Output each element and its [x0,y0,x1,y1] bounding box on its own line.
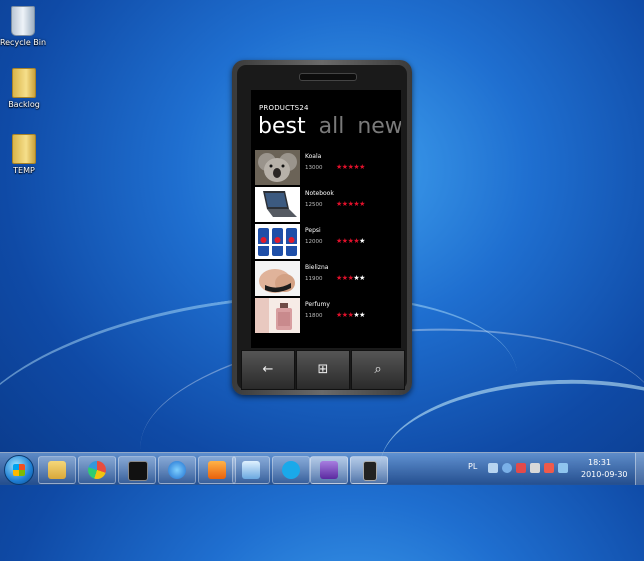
pepsi-image [255,224,300,259]
list-item[interactable]: Pepsi 12000 ★★★★★ [255,224,399,260]
product-list: Koala 13000 ★★★★★ Notebook 12500 ★★★★★ P… [255,150,399,335]
language-indicator[interactable]: PL [468,462,477,471]
desktop-icon-temp[interactable]: TEMP [0,134,54,175]
rating-stars: ★★★★★ [336,163,365,171]
taskbar-media-player[interactable] [198,456,236,484]
system-tray: PL 18:31 2010-09-30 [466,453,644,485]
search-button[interactable]: ⌕ [351,350,405,390]
desktop-icon-label: TEMP [13,166,35,175]
list-item[interactable]: Bielizna 11900 ★★★★★ [255,261,399,297]
taskbar-visual-studio[interactable] [310,456,348,484]
hardware-buttons: ← ⊞ ⌕ [237,348,407,390]
flag-icon[interactable] [530,463,540,473]
rating-stars: ★★★★★ [336,311,365,319]
desktop-icon-label: Recycle Bin [0,38,47,47]
volume-icon[interactable] [558,463,568,473]
windows-logo-icon: ⊞ [317,362,329,377]
show-hidden-icons-icon[interactable] [488,463,498,473]
lingerie-image [255,261,300,296]
action-center-icon[interactable] [516,463,526,473]
desktop-icon-recycle-bin[interactable]: Recycle Bin [0,6,53,47]
phone-emulator: PRODUCTS24 best all new Koala 13000 ★★★★… [232,60,412,395]
recycle-bin-icon [11,6,35,36]
skype-icon [282,461,300,479]
product-price: 13000 [305,165,323,171]
taskbar-skype[interactable] [272,456,310,484]
rating-stars: ★★★★★ [336,274,365,282]
phone-speaker [299,73,357,81]
media-player-icon [208,461,226,479]
show-desktop-button[interactable] [635,453,644,485]
window-icon [242,461,260,479]
search-icon: ⌕ [374,362,382,377]
star-empty-icon: ★ [359,274,365,282]
pivot-tab-best[interactable]: best [258,114,306,139]
product-name: Pepsi [305,227,321,234]
internet-explorer-icon [168,461,186,479]
back-arrow-icon: ← [262,362,274,377]
taskbar-internet-explorer[interactable] [158,456,196,484]
notebook-image [255,187,300,222]
paint-icon [88,461,106,479]
taskbar-paint[interactable] [78,456,116,484]
perfume-image [255,298,300,333]
list-item[interactable]: Notebook 12500 ★★★★★ [255,187,399,223]
rating-stars: ★★★★★ [336,200,365,208]
clock-date[interactable]: 2010-09-30 [581,470,628,479]
phone-body: PRODUCTS24 best all new Koala 13000 ★★★★… [237,65,407,390]
app-title: PRODUCTS24 [259,104,309,112]
rating-stars: ★★★★★ [336,237,365,245]
product-price: 11800 [305,313,323,319]
back-button[interactable]: ← [241,350,295,390]
phone-screen[interactable]: PRODUCTS24 best all new Koala 13000 ★★★★… [251,90,401,348]
folder-icon [12,68,36,98]
pivot-tab-new[interactable]: new [357,114,401,139]
product-name: Bielizna [305,264,329,271]
folder-icon [12,134,36,164]
console-icon [128,461,148,481]
desktop-icon-backlog[interactable]: Backlog [0,68,54,109]
phone-icon [363,461,377,481]
product-name: Perfumy [305,301,330,308]
product-name: Notebook [305,190,334,197]
pivot-header: best all new [258,114,401,140]
product-price: 12000 [305,239,323,245]
clock-time[interactable]: 18:31 [588,458,611,467]
desktop-icon-label: Backlog [8,100,40,109]
taskbar-explorer[interactable] [38,456,76,484]
product-name: Koala [305,153,322,160]
windows-logo-icon [13,464,25,476]
network-icon[interactable] [502,463,512,473]
folder-icon [48,461,66,479]
taskbar: PL 18:31 2010-09-30 [0,452,644,485]
power-icon[interactable] [544,463,554,473]
taskbar-console[interactable] [118,456,156,484]
product-price: 12500 [305,202,323,208]
start-orb[interactable] [4,455,34,485]
star-filled-icon: ★ [359,200,365,208]
product-price: 11900 [305,276,323,282]
list-item[interactable]: Koala 13000 ★★★★★ [255,150,399,186]
koala-image [255,150,300,185]
visual-studio-icon [320,461,338,479]
taskbar-window[interactable] [232,456,270,484]
pivot-tab-all[interactable]: all [319,114,345,139]
taskbar-phone-emulator[interactable] [350,456,388,484]
star-filled-icon: ★ [359,163,365,171]
list-item[interactable]: Perfumy 11800 ★★★★★ [255,298,399,334]
star-empty-icon: ★ [359,311,365,319]
start-button[interactable]: ⊞ [296,350,350,390]
star-empty-icon: ★ [359,237,365,245]
